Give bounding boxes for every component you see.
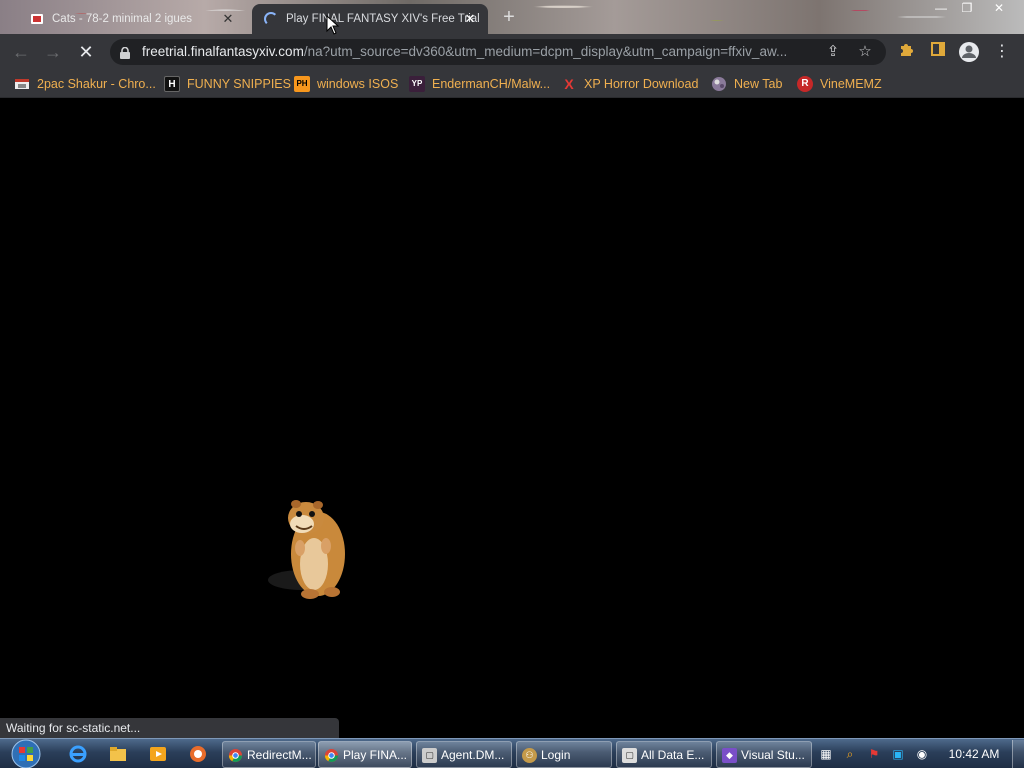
tab-close-icon[interactable]: ✕ <box>462 11 478 27</box>
page-content <box>0 98 1024 738</box>
bookmark-label: windows ISOS <box>317 77 399 91</box>
tab-close-icon[interactable]: ✕ <box>220 11 236 27</box>
internet-explorer-icon[interactable] <box>68 744 88 764</box>
new-tab-button[interactable]: + <box>498 7 520 29</box>
bookmark-label: FUNNY SNIPPIES <box>187 77 291 91</box>
globe-icon <box>711 76 727 92</box>
windows-taskbar: RedirectM... Play FINA... ▢ Agent.DM... … <box>0 738 1024 768</box>
bookmark-label: 2pac Shakur - Chro... <box>37 77 156 91</box>
share-icon[interactable]: ⇪ <box>824 43 842 61</box>
x-logo-icon: X <box>564 76 574 92</box>
url-path: /na?utm_source=dv360&utm_medium=dcpm_dis… <box>303 44 788 59</box>
taskbar-label: Play FINA... <box>343 748 408 762</box>
taskbar-label: Agent.DM... <box>441 748 505 762</box>
bookmark-star-icon[interactable]: ☆ <box>856 43 874 61</box>
taskbar-label: All Data E... <box>641 748 705 762</box>
start-orb-icon[interactable] <box>8 739 44 768</box>
tab-final-fantasy[interactable]: Play FINAL FANTASY XIV's Free Trial ✕ <box>252 4 488 34</box>
maximize-button[interactable]: ❐ <box>954 0 980 18</box>
system-clock[interactable]: 10:42 AM <box>944 739 1004 768</box>
back-button[interactable]: ← <box>10 41 32 63</box>
tab-title: Play FINAL FANTASY XIV's Free Trial <box>286 13 480 25</box>
file-explorer-icon[interactable] <box>108 744 128 764</box>
r-logo-icon: R <box>797 76 813 92</box>
taskbar-item-chrome[interactable]: RedirectM... <box>222 741 316 768</box>
browser-toolbar: ← → ✕ freetrial.finalfantasyxiv.com/na?u… <box>0 34 1024 70</box>
address-bar[interactable]: freetrial.finalfantasyxiv.com/na?utm_sou… <box>110 39 886 65</box>
bookmark-label: VineMEMZ <box>820 77 882 91</box>
app-launcher-icon[interactable] <box>188 744 208 764</box>
bookmark-label: EndermanCH/Malw... <box>432 77 551 91</box>
taskbar-item-login[interactable]: ⚇ Login <box>516 741 612 768</box>
window-icon: ▢ <box>622 748 637 763</box>
yp-logo-icon: YP <box>409 76 425 92</box>
url-host: freetrial.finalfantasyxiv.com <box>142 44 304 59</box>
image-icon <box>14 76 30 92</box>
visual-studio-icon: ◆ <box>722 748 737 763</box>
taskbar-item-visual-studio[interactable]: ◆ Visual Stu... <box>716 741 812 768</box>
bookmark-item[interactable]: YP EndermanCH/Malw... <box>409 75 550 93</box>
tray-search-icon[interactable]: ⌕ <box>842 746 858 762</box>
side-panel-icon[interactable] <box>927 41 949 63</box>
taskbar-label: Login <box>541 748 571 762</box>
status-bubble: Waiting for sc-static.net... <box>0 718 339 738</box>
url-text[interactable]: freetrial.finalfantasyxiv.com/na?utm_sou… <box>142 44 812 59</box>
dancing-hamster-image <box>268 500 345 599</box>
user-login-icon: ⚇ <box>522 748 537 763</box>
taskbar-label: Visual Stu... <box>741 748 805 762</box>
close-window-button[interactable]: ✕ <box>986 0 1012 18</box>
tab-cats[interactable]: Cats - 78-2 minimal 2 igues ✕ <box>18 4 246 34</box>
h-logo-icon: H <box>164 76 180 92</box>
bookmark-item[interactable]: X XP Horror Download <box>561 75 698 93</box>
bookmark-item[interactable]: R VineMEMZ <box>797 75 882 93</box>
forward-button[interactable]: → <box>42 41 64 63</box>
tray-network-icon[interactable]: ▦ <box>818 746 834 762</box>
bookmarks-bar: 2pac Shakur - Chro... H FUNNY SNIPPIES P… <box>0 70 1024 98</box>
taskbar-item-agent[interactable]: ▢ Agent.DM... <box>416 741 512 768</box>
mouse-cursor-icon <box>326 15 340 35</box>
extensions-puzzle-icon[interactable] <box>895 41 917 63</box>
menu-kebab-icon[interactable]: ⋮ <box>991 41 1013 63</box>
bookmark-label: XP Horror Download <box>584 77 699 91</box>
taskbar-label: RedirectM... <box>247 748 312 762</box>
taskbar-item-all-data[interactable]: ▢ All Data E... <box>616 741 712 768</box>
chrome-icon <box>228 748 243 763</box>
minimize-button[interactable]: — <box>928 0 954 18</box>
bookmark-item[interactable]: New Tab <box>711 75 782 93</box>
tray-monitor-icon[interactable]: ▣ <box>890 746 906 762</box>
window-icon: ▢ <box>422 748 437 763</box>
tab-strip: Cats - 78-2 minimal 2 igues ✕ Play FINAL… <box>0 0 1024 34</box>
profile-avatar-icon[interactable] <box>958 41 980 63</box>
media-player-icon[interactable] <box>148 744 168 764</box>
bookmark-label: New Tab <box>734 77 783 91</box>
ph-logo-icon: PH <box>294 76 310 92</box>
lock-icon <box>120 46 130 59</box>
stop-loading-button[interactable]: ✕ <box>75 41 97 63</box>
tab-title: Cats - 78-2 minimal 2 igues <box>52 13 192 25</box>
show-desktop-button[interactable] <box>1012 740 1024 768</box>
favicon-icon <box>30 12 44 26</box>
chrome-icon <box>324 748 339 763</box>
loading-spinner-icon <box>264 12 278 26</box>
tray-volume-icon[interactable]: ◉ <box>914 746 930 762</box>
bookmark-item[interactable]: PH windows ISOS <box>294 75 398 93</box>
bookmark-item[interactable]: H FUNNY SNIPPIES <box>164 75 291 93</box>
tray-flag-icon[interactable]: ⚑ <box>866 746 882 762</box>
taskbar-item-chrome-active[interactable]: Play FINA... <box>318 741 412 768</box>
bookmark-item[interactable]: 2pac Shakur - Chro... <box>14 75 156 93</box>
